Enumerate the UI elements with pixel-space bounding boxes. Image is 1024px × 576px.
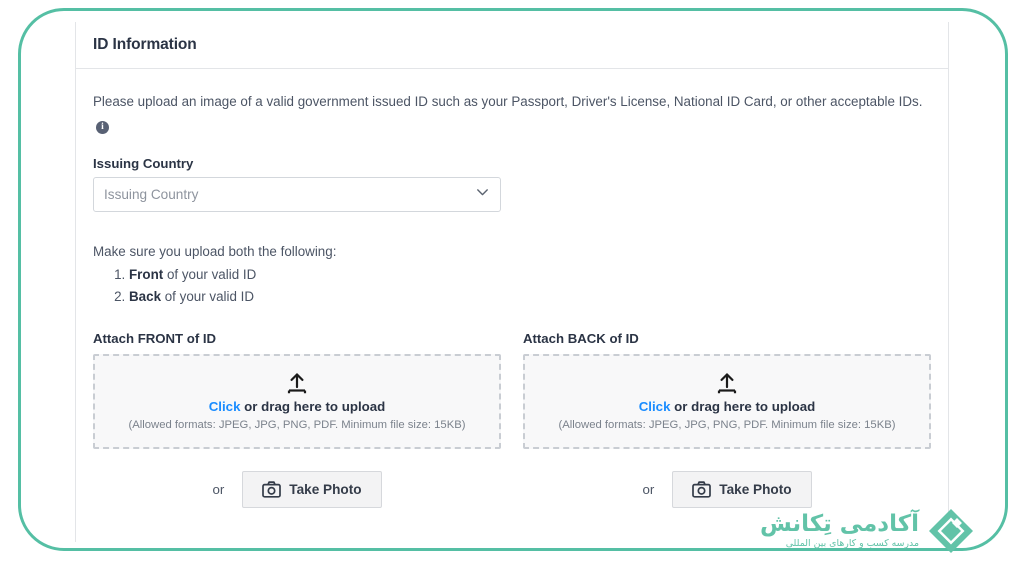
- attach-back-dropzone[interactable]: Click or drag here to upload (Allowed fo…: [523, 354, 931, 449]
- attach-back-column: Attach BACK of ID Click or drag here to …: [523, 331, 931, 508]
- take-photo-front-button[interactable]: Take Photo: [242, 471, 382, 508]
- attach-back-main-rest: or drag here to upload: [670, 398, 816, 414]
- upload-icon: [717, 372, 737, 393]
- list-item-strong: Front: [129, 267, 164, 282]
- id-information-card: ID Information Please upload an image of…: [75, 22, 949, 542]
- attach-front-column: Attach FRONT of ID Click or drag here to…: [93, 331, 501, 508]
- list-item: Back of your valid ID: [129, 287, 931, 307]
- take-photo-front-label: Take Photo: [289, 482, 362, 497]
- attach-front-hint: (Allowed formats: JPEG, JPG, PNG, PDF. M…: [128, 418, 466, 431]
- attach-back-label: Attach BACK of ID: [523, 331, 639, 346]
- attach-front-or-row: or Take Photo: [93, 471, 501, 508]
- screenshot-root: ID Information Please upload an image of…: [0, 0, 1024, 576]
- attach-back-hint: (Allowed formats: JPEG, JPG, PNG, PDF. M…: [558, 418, 896, 431]
- logo-title: آکادمی تِکانش: [759, 511, 919, 537]
- intro-text: Please upload an image of a valid govern…: [93, 91, 923, 134]
- list-item-rest: of your valid ID: [161, 288, 255, 304]
- attach-back-click-link[interactable]: Click: [639, 399, 671, 414]
- list-item-rest: of your valid ID: [163, 267, 257, 282]
- diamond-logo-icon: [929, 509, 973, 553]
- card-body: Please upload an image of a valid govern…: [76, 69, 948, 508]
- attach-back-dropzone-main: Click or drag here to upload: [639, 399, 816, 414]
- camera-icon: [262, 481, 282, 498]
- attach-row: Attach FRONT of ID Click or drag here to…: [93, 331, 931, 508]
- issuing-country-label: Issuing Country: [93, 156, 194, 171]
- attach-front-or-text: or: [212, 482, 225, 497]
- card-header: ID Information: [76, 22, 948, 69]
- info-icon[interactable]: i: [96, 121, 109, 134]
- logo-text-block: آکادمی تِکانش مدرسه کسب و کارهای بین الم…: [760, 511, 919, 551]
- attach-front-dropzone[interactable]: Click or drag here to upload (Allowed fo…: [93, 354, 501, 449]
- logo-subtitle: مدرسه کسب و کارهای بین المللی: [785, 538, 919, 549]
- attach-back-or-text: or: [642, 482, 655, 497]
- requirements-list: Front of your valid ID Back of your vali…: [93, 265, 931, 306]
- brand-logo: آکادمی تِکانش مدرسه کسب و کارهای بین الم…: [760, 508, 974, 554]
- requirements-intro: Make sure you upload both the following:: [93, 244, 337, 259]
- attach-front-dropzone-main: Click or drag here to upload: [209, 399, 386, 414]
- take-photo-back-label: Take Photo: [719, 482, 792, 497]
- list-item: Front of your valid ID: [129, 265, 931, 285]
- list-item-strong: Back: [129, 288, 162, 304]
- take-photo-back-button[interactable]: Take Photo: [672, 471, 812, 508]
- intro-text-content: Please upload an image of a valid govern…: [93, 94, 923, 109]
- issuing-country-select-wrapper[interactable]: Issuing Country: [93, 177, 501, 212]
- attach-front-click-link[interactable]: Click: [209, 399, 241, 414]
- attach-front-main-rest: or drag here to upload: [240, 398, 386, 414]
- issuing-country-select[interactable]: Issuing Country: [93, 177, 501, 212]
- upload-icon: [287, 372, 307, 393]
- attach-front-label: Attach FRONT of ID: [93, 331, 217, 346]
- page-title: ID Information: [93, 36, 197, 53]
- camera-icon: [692, 481, 712, 498]
- attach-back-or-row: or Take Photo: [523, 471, 931, 508]
